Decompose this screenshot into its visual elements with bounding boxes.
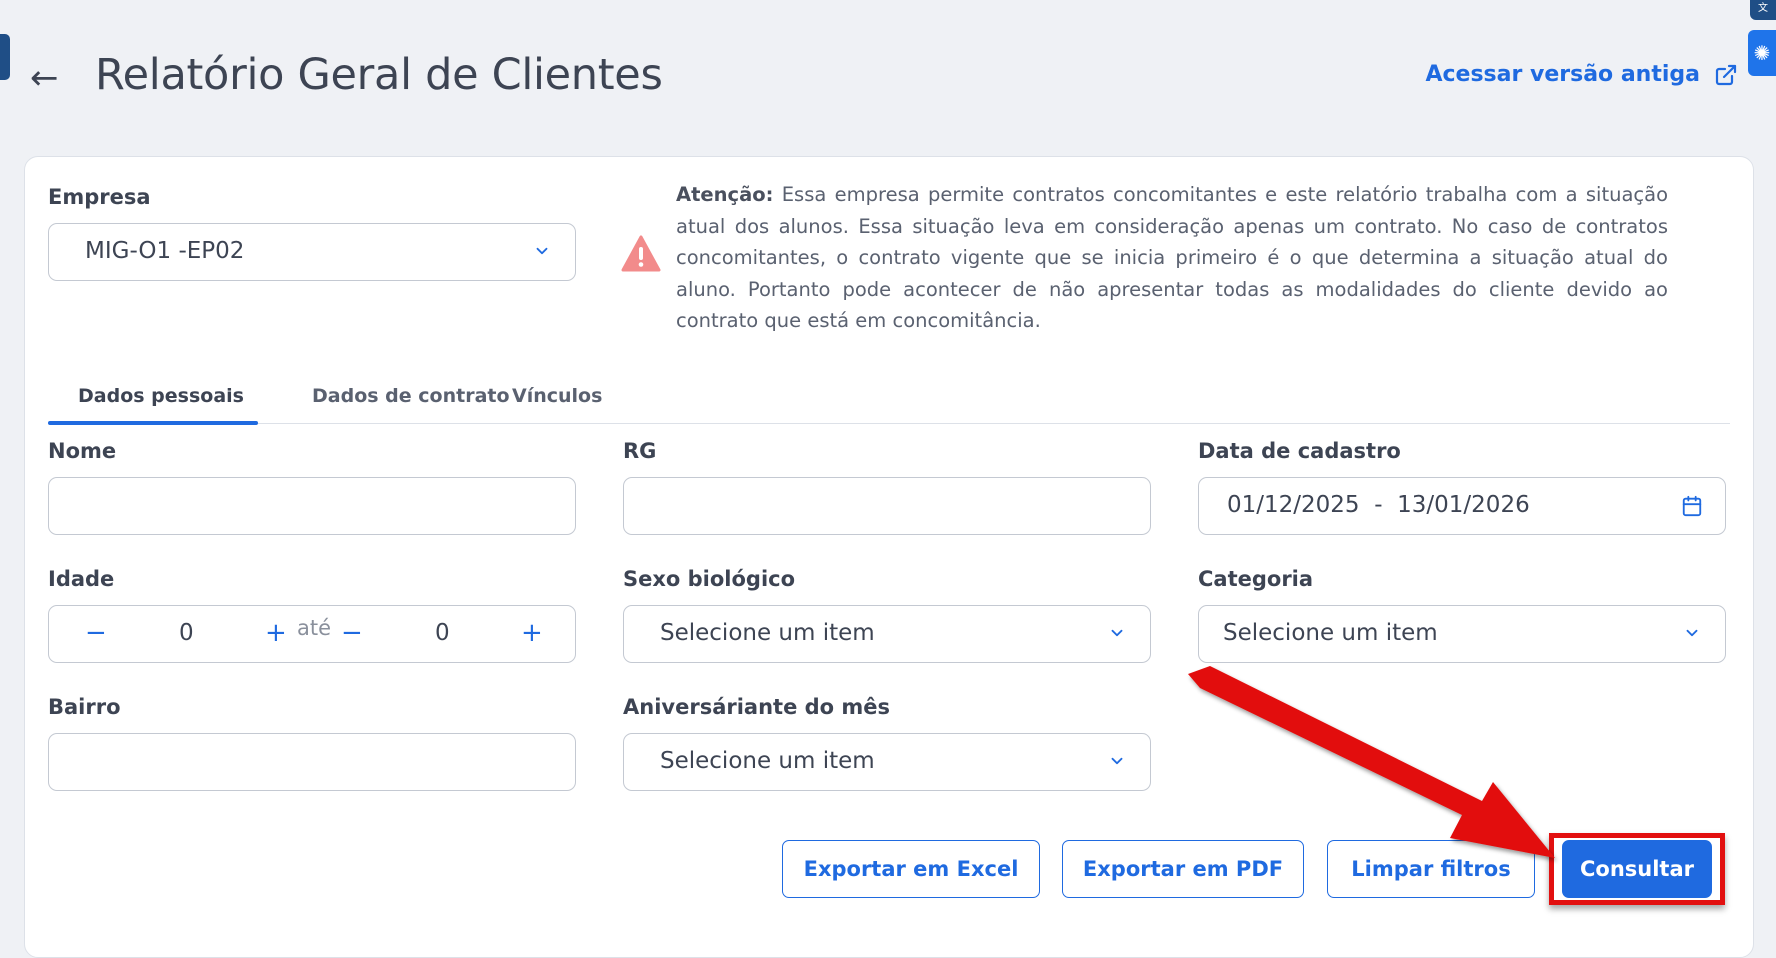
external-link-icon (1715, 64, 1737, 85)
categoria-placeholder: Selecione um item (1223, 620, 1438, 646)
date-range-value: 01/12/2025 - 13/01/2026 (1227, 492, 1530, 518)
export-pdf-button[interactable]: Exportar em PDF (1062, 840, 1304, 898)
rg-label: RG (623, 439, 657, 463)
date-end: 13/01/2026 (1397, 492, 1530, 518)
sexo-label: Sexo biológico (623, 567, 796, 591)
empresa-value: MIG-O1 -EP02 (85, 238, 245, 264)
idade-max-value[interactable]: 0 (435, 620, 450, 646)
idade-min-decrement-button[interactable]: − (85, 620, 107, 646)
idade-min-value[interactable]: 0 (179, 620, 194, 646)
aniversariante-label: Aniversáriante do mês (623, 695, 891, 719)
old-version-link[interactable]: Acessar versão antiga (1425, 62, 1738, 87)
filter-card: Empresa MIG-O1 -EP02 Atenção: Essa empre… (24, 156, 1754, 958)
old-version-label: Acessar versão antiga (1425, 62, 1700, 87)
back-arrow-icon[interactable]: ← (30, 58, 59, 98)
annotation-highlight-box (1549, 833, 1725, 905)
assistant-icon[interactable]: ✺ (1748, 30, 1776, 76)
aniversariante-placeholder: Selecione um item (660, 748, 875, 774)
bairro-input[interactable] (48, 733, 576, 791)
date-start: 01/12/2025 (1227, 492, 1360, 518)
idade-between-label: até (297, 616, 332, 640)
chevron-down-icon (1111, 757, 1123, 765)
nome-label: Nome (48, 439, 117, 463)
active-tab-indicator (48, 421, 258, 425)
rg-input[interactable] (623, 477, 1151, 535)
tab-vinculos[interactable]: Vínculos (512, 385, 602, 407)
categoria-select[interactable]: Selecione um item (1198, 605, 1726, 663)
empresa-select[interactable]: MIG-O1 -EP02 (48, 223, 576, 281)
concurrent-contracts-notice: Atenção: Essa empresa permite contratos … (676, 179, 1668, 337)
warning-icon (621, 235, 661, 272)
chevron-down-icon (1686, 629, 1698, 637)
sexo-placeholder: Selecione um item (660, 620, 875, 646)
chevron-down-icon (536, 247, 548, 255)
notice-text: Essa empresa permite contratos concomita… (676, 183, 1668, 332)
data-cadastro-label: Data de cadastro (1198, 439, 1401, 463)
nome-input[interactable] (48, 477, 576, 535)
left-side-tab[interactable] (0, 34, 10, 80)
bairro-label: Bairro (48, 695, 121, 719)
tab-bar: Dados pessoais Dados de contrato Vínculo… (48, 373, 1730, 425)
chevron-down-icon (1111, 629, 1123, 637)
date-separator: - (1374, 492, 1383, 518)
notice-prefix: Atenção: (676, 183, 774, 206)
page-title: Relatório Geral de Clientes (95, 50, 663, 100)
translate-icon[interactable]: 文 (1750, 0, 1776, 20)
idade-max-increment-button[interactable]: + (521, 620, 543, 646)
tab-dados-de-contrato[interactable]: Dados de contrato (312, 385, 510, 407)
empresa-label: Empresa (48, 185, 151, 209)
calendar-icon[interactable] (1681, 495, 1703, 517)
export-excel-button[interactable]: Exportar em Excel (782, 840, 1040, 898)
idade-max-decrement-button[interactable]: − (341, 620, 363, 646)
aniversariante-select[interactable]: Selecione um item (623, 733, 1151, 791)
idade-range-stepper: − 0 + até − 0 + (48, 605, 576, 663)
tab-dados-pessoais[interactable]: Dados pessoais (78, 385, 244, 407)
idade-min-increment-button[interactable]: + (265, 620, 287, 646)
clear-filters-button[interactable]: Limpar filtros (1327, 840, 1535, 898)
categoria-label: Categoria (1198, 567, 1314, 591)
idade-label: Idade (48, 567, 115, 591)
date-range-picker[interactable]: 01/12/2025 - 13/01/2026 (1198, 477, 1726, 535)
sexo-select[interactable]: Selecione um item (623, 605, 1151, 663)
